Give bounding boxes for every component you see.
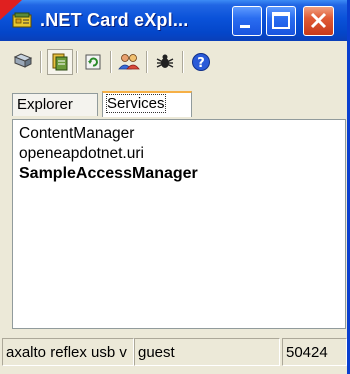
tab-explorer[interactable]: Explorer [12,93,98,116]
help-button[interactable]: ? [188,49,214,75]
tab-label: Services [106,94,166,113]
status-port: 50424 [282,338,347,366]
tab-services[interactable]: Services [102,91,192,117]
help-icon: ? [192,53,210,71]
connect-icon [13,53,33,68]
bookmark-button[interactable] [47,49,73,75]
service-list: ContentManager openeapdotnet.uri SampleA… [19,124,198,184]
toolbar-separator [110,51,112,73]
toolbar-separator [146,51,148,73]
status-user: guest [134,338,280,366]
list-item[interactable]: SampleAccessManager [19,164,198,184]
cursor-icon [0,0,22,20]
status-reader: axalto reflex usb v [2,338,134,366]
maximize-button[interactable] [266,6,296,36]
debug-icon [156,54,174,68]
toolbar-separator [76,51,78,73]
tab-label: Explorer [17,96,73,113]
refresh-icon [85,54,101,70]
close-button[interactable] [303,6,334,36]
toolbar: ? [0,41,347,85]
list-item[interactable]: ContentManager [19,124,198,144]
refresh-button[interactable] [80,49,106,75]
users-icon [118,54,140,70]
window-title: .NET Card eXpl... [40,10,189,30]
connect-button[interactable] [10,49,36,75]
minimize-icon [240,25,250,28]
close-icon [310,12,327,29]
debug-button[interactable] [152,49,178,75]
services-panel: ContentManager openeapdotnet.uri SampleA… [12,119,346,329]
users-button[interactable] [116,49,142,75]
toolbar-separator [182,51,184,73]
list-item[interactable]: openeapdotnet.uri [19,144,198,164]
app-window: .NET Card eXpl... ? Explorer Services Co… [0,0,350,374]
maximize-icon [272,12,290,29]
status-bar: axalto reflex usb v guest 50424 [0,330,347,374]
minimize-button[interactable] [232,6,262,36]
tab-strip: Explorer Services [0,85,347,119]
title-bar[interactable]: .NET Card eXpl... [0,0,347,41]
bookmark-icon [52,53,68,71]
svg-text:?: ? [197,56,205,71]
toolbar-separator [40,51,42,73]
